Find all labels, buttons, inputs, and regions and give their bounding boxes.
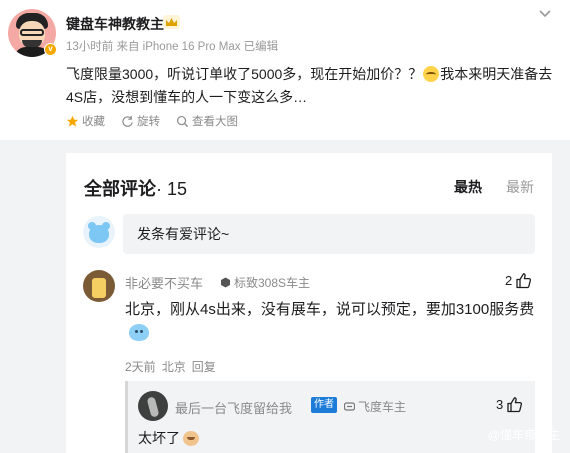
comment-like-button[interactable]: 2 (505, 272, 532, 289)
reply-author-avatar[interactable] (138, 391, 168, 421)
thumbs-up-icon (516, 273, 532, 289)
reply-username[interactable]: 最后一台飞度留给我 (175, 398, 292, 417)
comments-count: · 15 (156, 179, 188, 199)
reply-car-tag: 飞度车主 (344, 398, 406, 415)
author-badge: 作者 (311, 397, 337, 413)
cute-blob-emoji-icon (129, 324, 149, 341)
comment-text-content: 北京，刚从4s出来，没有展车，说可以预定，要加3100服务费 (125, 301, 535, 318)
comment-text: 北京，刚从4s出来，没有展车，说可以预定，要加3100服务费 (125, 298, 535, 346)
reply-like-count: 3 (496, 397, 504, 412)
rotate-icon (122, 115, 133, 127)
current-user-avatar (83, 216, 115, 248)
sort-new-tab[interactable]: 最新 (506, 177, 534, 197)
reply-text: 太坏了 (138, 428, 199, 448)
crown-icon (163, 15, 180, 29)
comment-reply-button[interactable]: 回复 (192, 358, 216, 375)
author-username[interactable]: 键盘车神教教主 (66, 14, 164, 34)
zoom-icon (176, 115, 189, 127)
comment-location: 北京 (161, 360, 186, 374)
view-image-label: 查看大图 (192, 116, 238, 128)
verified-badge-icon: v (44, 43, 57, 56)
comments-title: 全部评论· 15 (84, 175, 187, 201)
commenter-tag-label: 标致308S车主 (234, 276, 311, 290)
post-meta: 13小时前 来自 iPhone 16 Pro Max 已编辑 (66, 41, 279, 53)
reply-text-content: 太坏了 (138, 430, 180, 446)
chevron-down-icon[interactable] (538, 8, 552, 20)
star-icon (66, 115, 79, 127)
favorite-label: 收藏 (82, 116, 105, 128)
repost-label: 旋转 (137, 116, 160, 128)
sort-hot-tab[interactable]: 最热 (454, 177, 482, 197)
repost-button[interactable]: 旋转 (121, 113, 160, 129)
post-actions: 收藏 旋转 查看大图 (66, 113, 238, 129)
hamster-emoji-icon (183, 431, 199, 446)
commenter-avatar[interactable] (83, 270, 115, 302)
sleepy-emoji-icon (423, 66, 440, 82)
thumbs-up-icon (507, 397, 523, 413)
car-brand-icon (344, 402, 355, 411)
commenter-username[interactable]: 非必要不买车 (125, 273, 203, 292)
comments-title-label: 全部评论 (84, 179, 156, 199)
comment-meta: 2天前 北京 回复 (125, 358, 216, 375)
comment-input[interactable]: 发条有爱评论~ (123, 214, 535, 254)
comment-time: 2天前 (125, 360, 156, 374)
comment-like-count: 2 (505, 273, 513, 288)
car-brand-icon (221, 277, 230, 288)
comments-card: 全部评论· 15 最热 最新 发条有爱评论~ 非必要不买车 标致308S车主 2… (66, 153, 552, 453)
post-content: 飞度限量3000，听说订单收了5000多，现在开始加价？？ 我本来明天准备去4S店… (66, 63, 556, 109)
reply-thread: 最后一台飞度留给我 作者 飞度车主 3 太坏了 (125, 381, 535, 453)
watermark: @懂车帝教主 (487, 428, 560, 442)
post-content-text-1: 飞度限量3000，听说订单收了5000多，现在开始加价？？ (66, 66, 423, 82)
reply-like-button[interactable]: 3 (496, 396, 523, 413)
view-image-button[interactable]: 查看大图 (176, 113, 238, 129)
post-card: v 键盘车神教教主 13小时前 来自 iPhone 16 Pro Max 已编辑… (0, 0, 570, 140)
favorite-button[interactable]: 收藏 (66, 113, 105, 129)
reply-tag-label: 飞度车主 (358, 400, 407, 414)
commenter-car-tag: 标致308S车主 (220, 274, 310, 291)
